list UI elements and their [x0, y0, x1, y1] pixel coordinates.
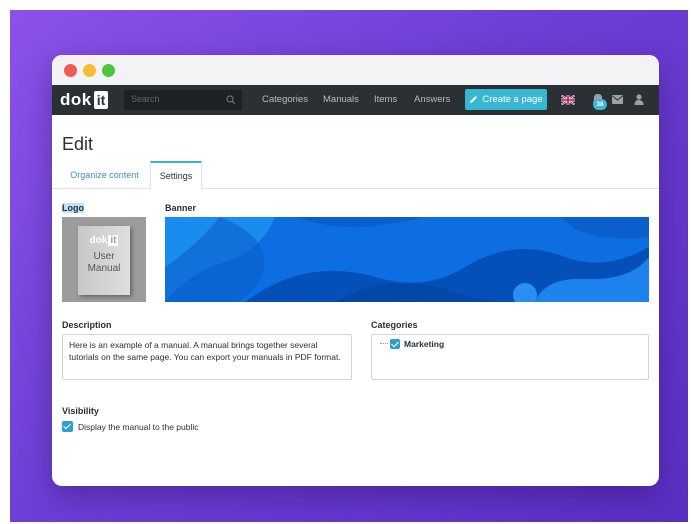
uk-flag-icon[interactable] — [561, 95, 575, 105]
cover-title: User Manual — [87, 251, 121, 274]
tab-settings[interactable]: Settings — [150, 161, 202, 190]
tabs-divider — [52, 188, 659, 189]
create-page-label: Create a page — [482, 94, 543, 105]
nav-categories[interactable]: Categories — [262, 94, 308, 105]
nav-items[interactable]: Items — [374, 94, 397, 105]
minimize-window-button[interactable] — [83, 64, 96, 77]
tree-connector — [380, 343, 388, 344]
visibility-label: Visibility — [62, 406, 99, 416]
close-window-button[interactable] — [64, 64, 77, 77]
category-checkbox[interactable] — [390, 339, 400, 349]
visibility-checkbox[interactable] — [62, 421, 73, 432]
nav-manuals[interactable]: Manuals — [323, 94, 359, 105]
mail-icon[interactable] — [612, 95, 623, 104]
top-navbar: dok it Search Categories Manuals Items A… — [52, 85, 659, 115]
banner-image-upload[interactable] — [165, 217, 649, 302]
search-input[interactable]: Search — [124, 90, 242, 110]
tab-organize-content[interactable]: Organize content — [62, 162, 147, 188]
maximize-window-button[interactable] — [102, 64, 115, 77]
window-titlebar — [52, 55, 659, 85]
banner-label: Banner — [165, 203, 197, 213]
create-page-button[interactable]: Create a page — [465, 89, 547, 110]
cover-logo: dok it — [89, 235, 119, 246]
logo-image-upload[interactable]: dok it User Manual — [62, 217, 146, 302]
search-icon — [226, 95, 236, 105]
visibility-option[interactable]: Display the manual to the public — [62, 421, 199, 432]
description-textarea[interactable]: Here is an example of a manual. A manual… — [62, 334, 352, 380]
visibility-option-label: Display the manual to the public — [78, 421, 199, 432]
notification-count-badge: 38 — [593, 99, 607, 110]
categories-tree: Marketing — [371, 334, 649, 380]
user-icon[interactable] — [634, 94, 644, 105]
nav-answers[interactable]: Answers — [414, 94, 450, 105]
description-label: Description — [62, 320, 112, 330]
pencil-icon — [470, 96, 478, 103]
category-item-marketing[interactable]: Marketing — [390, 339, 444, 349]
manual-cover-image: dok it User Manual — [78, 226, 130, 295]
categories-label: Categories — [371, 320, 418, 330]
app-window: dok it Search Categories Manuals Items A… — [52, 55, 659, 486]
search-placeholder: Search — [131, 94, 160, 104]
category-label: Marketing — [404, 339, 445, 349]
app-logo[interactable]: dok it — [60, 90, 109, 109]
page-title: Edit — [62, 134, 94, 154]
logo-badge: it — [93, 91, 109, 109]
logo-text: dok — [60, 90, 92, 109]
logo-label: Logo — [62, 203, 84, 213]
banner-waves-graphic — [165, 217, 649, 302]
